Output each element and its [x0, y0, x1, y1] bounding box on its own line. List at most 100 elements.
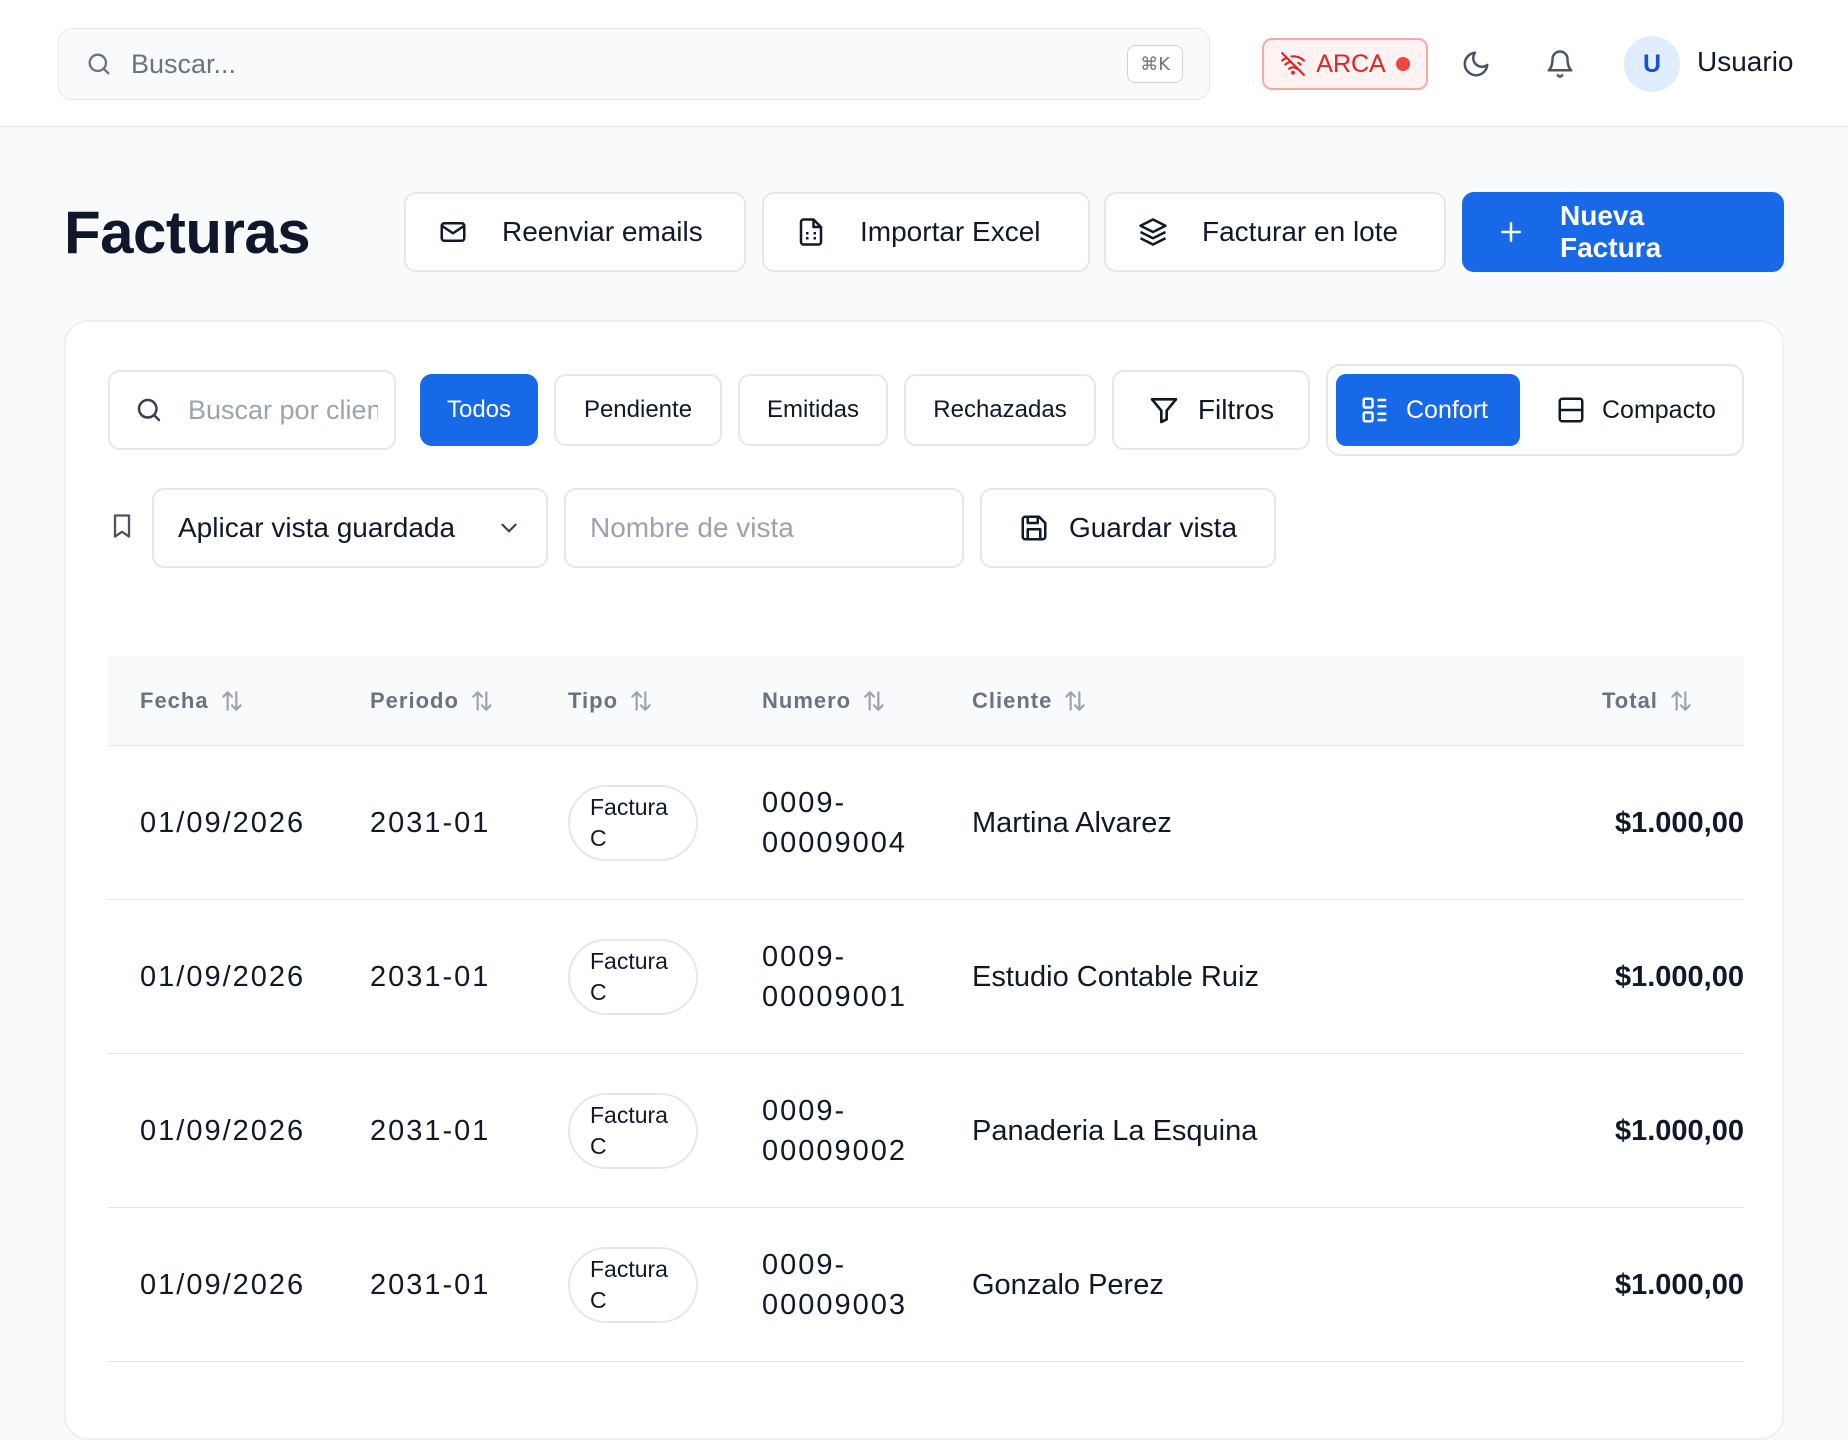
- numero-line: 00009003: [762, 1289, 908, 1321]
- cell-cliente: Estudio Contable Ruiz: [972, 960, 1259, 993]
- cell-tipo: Factura C: [568, 900, 698, 1054]
- type-badge: Factura C: [568, 785, 698, 861]
- new-invoice-label: Nueva Factura: [1560, 200, 1662, 263]
- cell-numero: 0009- 00009002: [762, 1054, 907, 1208]
- column-header-label: Fecha: [140, 688, 209, 713]
- arca-status-dot: [1395, 57, 1410, 71]
- filters-button[interactable]: Filtros: [1112, 370, 1310, 450]
- density-toggle: Confort Compacto: [1326, 364, 1744, 456]
- column-header-tipo[interactable]: Tipo: [568, 656, 654, 746]
- cell-periodo: 2031-01: [370, 806, 491, 839]
- density-comfort-label: Confort: [1406, 395, 1488, 424]
- batch-invoice-button[interactable]: Facturar en lote: [1104, 192, 1446, 272]
- density-compact-option[interactable]: Compacto: [1532, 374, 1740, 446]
- type-badge-line: Factura: [590, 794, 668, 820]
- cell-tipo: Factura C: [568, 746, 698, 900]
- batch-invoice-label: Facturar en lote: [1202, 216, 1399, 247]
- table-row[interactable]: 01/09/2026 2031-01 Factura C 0009- 00009…: [108, 1054, 1744, 1208]
- chevron-down-icon: [496, 515, 522, 541]
- cell-fecha: 01/09/2026: [140, 1268, 306, 1301]
- save-icon: [1019, 513, 1049, 543]
- table-row[interactable]: 01/09/2026 2031-01 Factura C 0009- 00009…: [108, 900, 1744, 1054]
- numero-line: 0009-: [762, 1095, 847, 1127]
- filters-label: Filtros: [1197, 394, 1275, 425]
- global-search[interactable]: ⌘K: [58, 28, 1210, 100]
- saved-view-select[interactable]: Aplicar vista guardada: [152, 488, 548, 568]
- view-name-field[interactable]: [564, 488, 964, 568]
- view-name-input[interactable]: [590, 512, 938, 544]
- sort-icon: [861, 688, 887, 714]
- cell-fecha: 01/09/2026: [140, 960, 306, 993]
- filter-chip-emitidas[interactable]: Emitidas: [738, 374, 888, 446]
- column-header-label: Tipo: [568, 688, 619, 713]
- column-header-fecha[interactable]: Fecha: [140, 656, 245, 746]
- type-badge-line: C: [590, 1287, 607, 1313]
- numero-line: 00009004: [762, 827, 908, 859]
- client-search[interactable]: [108, 370, 396, 450]
- column-header-periodo[interactable]: Periodo: [370, 656, 495, 746]
- invoices-card: Todos Pendiente Emitidas Rechazadas Filt…: [64, 320, 1784, 1440]
- save-view-button[interactable]: Guardar vista: [980, 488, 1276, 568]
- sort-icon: [219, 688, 245, 714]
- search-icon: [134, 395, 164, 425]
- layers-icon: [1138, 217, 1168, 247]
- arca-status-badge[interactable]: ARCA: [1262, 38, 1428, 90]
- avatar[interactable]: U: [1624, 36, 1680, 92]
- cell-periodo: 2031-01: [370, 1268, 491, 1301]
- filter-chip-todos[interactable]: Todos: [420, 374, 538, 446]
- type-badge: Factura C: [568, 1093, 698, 1169]
- numero-line: 00009001: [762, 981, 908, 1013]
- column-header-cliente[interactable]: Cliente: [972, 656, 1088, 746]
- cell-tipo: Factura C: [568, 1208, 698, 1362]
- type-badge-line: Factura: [590, 948, 668, 974]
- filter-chip-pendiente[interactable]: Pendiente: [554, 374, 722, 446]
- cell-total: $1.000,00: [1614, 806, 1744, 839]
- column-header-total[interactable]: Total: [1602, 656, 1694, 746]
- invoices-table: Fecha Periodo Tipo Numero Cliente Total: [108, 656, 1744, 1362]
- theme-toggle-button[interactable]: [1452, 40, 1500, 88]
- client-search-input[interactable]: [188, 394, 378, 426]
- density-compact-label: Compacto: [1602, 395, 1716, 424]
- density-comfort-option[interactable]: Confort: [1336, 374, 1520, 446]
- type-badge-line: C: [590, 825, 607, 851]
- cell-numero: 0009- 00009001: [762, 900, 907, 1054]
- resend-emails-button[interactable]: Reenviar emails: [404, 192, 746, 272]
- column-header-label: Total: [1602, 688, 1658, 713]
- table-row[interactable]: 01/09/2026 2031-01 Factura C 0009- 00009…: [108, 746, 1744, 900]
- numero-line: 0009-: [762, 787, 847, 819]
- import-excel-button[interactable]: Importar Excel: [762, 192, 1090, 272]
- wifi-off-icon: [1280, 51, 1306, 77]
- type-badge-line: Factura: [590, 1256, 668, 1282]
- bell-icon: [1545, 49, 1575, 79]
- column-header-label: Cliente: [972, 688, 1053, 713]
- sort-icon: [469, 688, 495, 714]
- type-badge-line: C: [590, 979, 607, 1005]
- list-layout-icon: [1360, 395, 1390, 425]
- user-name[interactable]: Usuario: [1697, 46, 1793, 78]
- column-header-numero[interactable]: Numero: [762, 656, 887, 746]
- cell-cliente: Martina Alvarez: [972, 806, 1172, 839]
- type-badge-line: Factura: [590, 1102, 668, 1128]
- cell-tipo: Factura C: [568, 1054, 698, 1208]
- table-row[interactable]: 01/09/2026 2031-01 Factura C 0009- 00009…: [108, 1208, 1744, 1362]
- cell-total: $1.000,00: [1614, 1114, 1744, 1147]
- cell-periodo: 2031-01: [370, 1114, 491, 1147]
- resend-emails-label: Reenviar emails: [502, 216, 703, 247]
- column-header-label: Numero: [762, 688, 852, 713]
- cell-fecha: 01/09/2026: [140, 1114, 306, 1147]
- mail-icon: [438, 217, 468, 247]
- cell-numero: 0009- 00009003: [762, 1208, 907, 1362]
- moon-icon: [1461, 49, 1491, 79]
- global-search-input[interactable]: [131, 48, 1128, 80]
- filter-chip-rechazadas[interactable]: Rechazadas: [904, 374, 1096, 446]
- arca-label: ARCA: [1316, 49, 1386, 78]
- numero-line: 0009-: [762, 1249, 847, 1281]
- sort-icon: [628, 688, 654, 714]
- cell-cliente: Panaderia La Esquina: [972, 1114, 1258, 1147]
- new-invoice-button[interactable]: Nueva Factura: [1462, 192, 1784, 272]
- cell-cliente: Gonzalo Perez: [972, 1268, 1164, 1301]
- type-badge-line: C: [590, 1133, 607, 1159]
- notifications-button[interactable]: [1536, 40, 1584, 88]
- filter-icon: [1148, 394, 1180, 426]
- shortcut-hint: ⌘K: [1127, 45, 1183, 83]
